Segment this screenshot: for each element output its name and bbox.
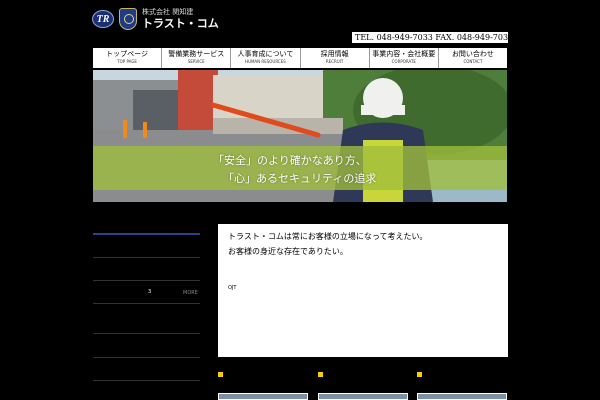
nav-item-top[interactable]: トップページ TOP PAGE xyxy=(93,48,163,68)
nav-label: 事業内容・会社概要 xyxy=(372,50,436,58)
sidebar-divider xyxy=(93,233,200,235)
company-name: トラスト・コム xyxy=(142,17,219,30)
hero-tagline-line1: 「安全」のより確かなあり方、 xyxy=(213,154,367,167)
tr-logo-icon: TR xyxy=(92,10,114,28)
company-sub-label: 株式会社 関知建 xyxy=(142,8,194,16)
sidebar: 3 MORE xyxy=(93,225,203,400)
sidebar-divider xyxy=(93,380,200,381)
nav-sublabel: CONTACT xyxy=(463,59,483,64)
sidebar-divider xyxy=(93,333,200,334)
logo-text: 株式会社 関知建 トラスト・コム xyxy=(142,8,219,30)
nav-item-human-resources[interactable]: 人事育成について HUMAN RESOURCES xyxy=(231,48,301,68)
feature-thumbnail[interactable] xyxy=(218,393,308,400)
nav-item-contact[interactable]: お問い合わせ CONTACT xyxy=(439,48,507,68)
nav-label: 人事育成について xyxy=(237,50,294,58)
nav-label: 警備業務サービス xyxy=(168,50,225,58)
yellow-bullet-icon xyxy=(318,372,323,377)
intro-panel: トラスト・コムは常にお客様の立場になって考えたい。 お客様の身近な存在でありたい… xyxy=(218,224,508,357)
nav-label: トップページ xyxy=(106,50,149,58)
nav-item-recruit[interactable]: 採用情報 RECRUIT xyxy=(301,48,370,68)
sidebar-number: 3 xyxy=(148,289,152,295)
hero-tagline-line2: 「心」あるセキュリティの追求 xyxy=(223,172,377,185)
yellow-bullet-icon xyxy=(417,372,422,377)
sidebar-divider xyxy=(93,257,200,258)
feature-thumbnail[interactable] xyxy=(318,393,408,400)
sidebar-divider xyxy=(93,357,200,358)
nav-sublabel: RECRUIT xyxy=(325,59,344,64)
nav-item-service[interactable]: 警備業務サービス SERVICE xyxy=(162,48,232,68)
yellow-bullet-icon xyxy=(218,372,223,377)
hero-banner: 「安全」のより確かなあり方、 「心」あるセキュリティの追求 xyxy=(93,70,507,202)
global-nav: トップページ TOP PAGE 警備業務サービス SERVICE 人事育成につい… xyxy=(93,48,507,68)
sidebar-divider xyxy=(93,303,200,304)
intro-line1: トラスト・コムは常にお客様の立場になって考えたい。 xyxy=(228,232,428,241)
site-logo[interactable]: TR 株式会社 関知建 トラスト・コム xyxy=(92,5,219,33)
nav-label: 採用情報 xyxy=(320,50,349,58)
ojt-label: OJT xyxy=(228,285,237,291)
nav-sublabel: TOP PAGE xyxy=(117,59,137,64)
nav-sublabel: SERVICE xyxy=(187,59,205,64)
nav-label: お問い合わせ xyxy=(451,50,494,58)
intro-line2: お客様の身近な存在でありたい。 xyxy=(228,247,348,256)
nav-sublabel: HUMAN RESOURCES xyxy=(245,59,286,64)
nav-sublabel: CORPORATE xyxy=(391,59,416,64)
tel-fax-info: TEL. 048-949-7033 FAX. 048-949-7034 xyxy=(352,32,513,43)
shield-emblem-icon xyxy=(119,8,137,30)
sidebar-divider xyxy=(93,280,200,281)
sidebar-more-link[interactable]: MORE xyxy=(183,290,198,296)
site-header: TR 株式会社 関知建 トラスト・コム TEL. 048-949-7033 FA… xyxy=(0,0,600,48)
nav-item-corporate[interactable]: 事業内容・会社概要 CORPORATE xyxy=(370,48,439,68)
feature-thumbnail[interactable] xyxy=(417,393,507,400)
